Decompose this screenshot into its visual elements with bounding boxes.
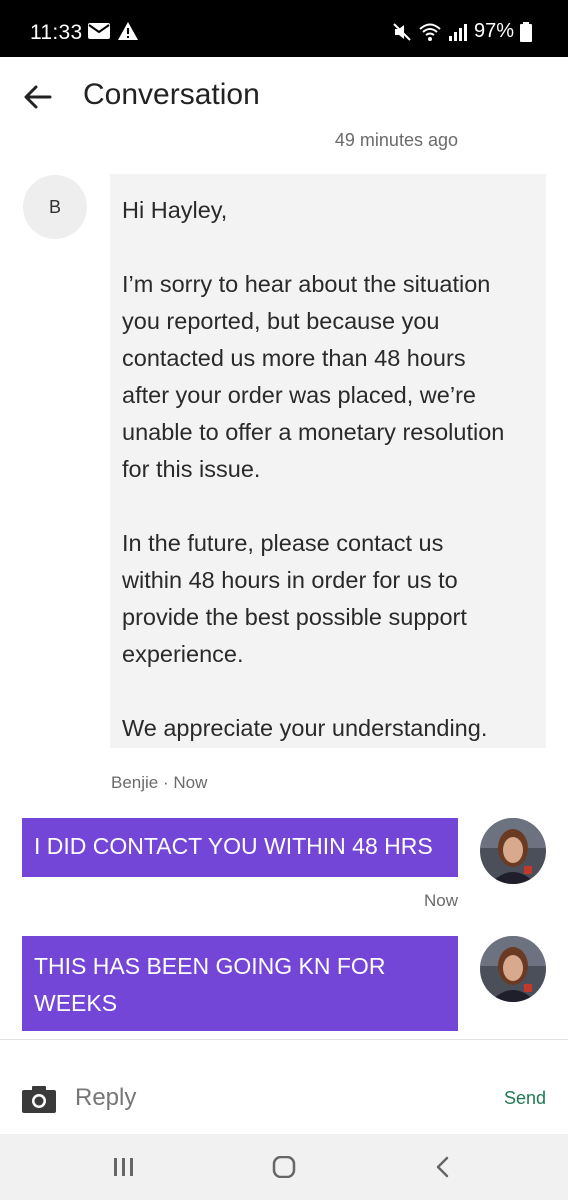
send-button[interactable]: Send — [504, 1088, 546, 1109]
user-avatar — [480, 936, 546, 1002]
back-button[interactable] — [18, 77, 58, 117]
message-line — [122, 229, 534, 266]
status-time: 11:33 — [30, 21, 83, 44]
message-line: experience. — [122, 641, 244, 667]
recents-icon — [114, 1158, 133, 1176]
battery-percent: 97% — [473, 20, 514, 42]
battery-icon — [520, 21, 532, 42]
conversation-timestamp: 49 minutes ago — [334, 130, 458, 150]
reply-divider — [0, 1039, 568, 1040]
outgoing-message-meta: Now — [423, 891, 458, 910]
camera-icon — [22, 1086, 56, 1113]
alert-icon — [118, 22, 138, 40]
message-line: within 48 hours in order for us to — [122, 567, 458, 593]
status-bar: 11:33 97% — [0, 0, 568, 57]
mute-icon — [393, 22, 411, 41]
message-line: you reported, but because you — [122, 308, 440, 334]
message-line: unable to offer a monetary resolution — [122, 419, 505, 445]
reply-input[interactable] — [75, 1078, 455, 1118]
home-button[interactable] — [272, 1155, 296, 1183]
outgoing-message-bubble: I DID CONTACT YOU WITHIN 48 HRS — [22, 818, 458, 877]
message-line: provide the best possible support — [122, 604, 467, 630]
back-icon — [436, 1156, 449, 1178]
message-line: for this issue. — [122, 456, 261, 482]
page-title: Conversation — [83, 78, 260, 111]
outgoing-message-bubble: THIS HAS BEEN GOING KN FOR WEEKS — [22, 936, 458, 1031]
home-icon — [272, 1155, 296, 1179]
system-nav-bar — [0, 1134, 568, 1200]
message-line — [122, 488, 534, 525]
message-line: after your order was placed, we’re — [122, 382, 476, 408]
arrow-left-icon — [24, 85, 52, 109]
signal-icon — [448, 23, 467, 41]
recents-button[interactable] — [112, 1156, 136, 1183]
incoming-message-bubble: Hi Hayley, I’m sorry to hear about the s… — [110, 174, 546, 748]
user-avatar — [480, 818, 546, 884]
incoming-message-meta: Benjie · Now — [111, 773, 208, 792]
message-line — [122, 673, 534, 710]
message-line: contacted us more than 48 hours — [122, 345, 466, 371]
nav-back-button[interactable] — [432, 1156, 456, 1183]
message-line: THIS HAS BEEN GOING KN FOR — [34, 953, 386, 979]
message-line: I DID CONTACT YOU WITHIN 48 HRS — [34, 833, 433, 859]
message-line: WEEKS — [34, 990, 118, 1016]
wifi-icon — [419, 23, 441, 41]
camera-button[interactable] — [22, 1085, 56, 1113]
agent-avatar: B — [23, 175, 87, 239]
app-header: Conversation — [0, 57, 568, 135]
mail-icon — [88, 23, 110, 39]
message-line: Hi Hayley, — [122, 197, 228, 223]
message-line: In the future, please contact us — [122, 530, 444, 556]
message-line: We appreciate your understanding. — [122, 715, 488, 741]
message-line: I’m sorry to hear about the situation — [122, 271, 491, 297]
